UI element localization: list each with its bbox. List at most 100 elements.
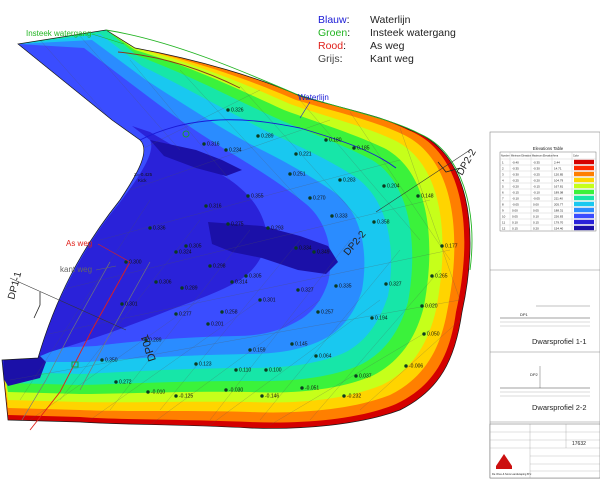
depth-point-value: -0.030 <box>229 388 243 394</box>
depth-point-marker <box>244 274 248 278</box>
depth-point-value: 0.300 <box>129 260 142 266</box>
elevation-table-cell: -0.20 <box>533 178 540 182</box>
depth-point-value: 0.324 <box>179 250 192 256</box>
depth-point-value: 0.180 <box>329 138 342 144</box>
depth-point-marker <box>146 390 150 394</box>
depth-point-value: 0.110 <box>239 368 251 374</box>
depth-point-marker <box>416 194 420 198</box>
elevation-table-header: Area <box>553 155 559 158</box>
legend-row-groen: Groen: Insteek watergang <box>318 27 456 40</box>
depth-point-value: 0.265 <box>435 274 448 280</box>
elevation-table-cell: -0.10 <box>533 190 540 194</box>
elevation-table-cell: -0.20 <box>512 184 519 188</box>
depth-point-marker <box>264 368 268 372</box>
depth-point-marker <box>224 388 228 392</box>
depth-point-marker <box>234 368 238 372</box>
elevation-table-cell: 0.20 <box>533 226 539 230</box>
depth-point-value: 0.283 <box>343 178 356 184</box>
depth-point-value: 0.159 <box>253 348 266 354</box>
depth-point-value: 0.100 <box>269 368 282 374</box>
elevation-table-cell: -0.25 <box>533 172 540 176</box>
elevation-table-cell: 189.08 <box>554 190 564 194</box>
depth-point-value: 0.194 <box>375 316 388 322</box>
depth-point-value: 0.289 <box>185 286 198 292</box>
depth-point-value: 0.327 <box>301 288 314 294</box>
elevation-table-cell: 179.70 <box>554 220 564 224</box>
depth-point-marker <box>202 142 206 146</box>
elevation-table-cell: -0.10 <box>512 196 519 200</box>
elevation-table-title: Elevations Table <box>533 146 564 151</box>
depth-point-marker <box>308 196 312 200</box>
elevation-color-swatch <box>574 177 594 183</box>
depth-point-marker <box>124 260 128 264</box>
elevation-table-cell: -0.05 <box>512 202 519 206</box>
depth-point-marker <box>324 138 328 142</box>
depth-point-value: 0.204 <box>387 184 400 190</box>
elevation-table-cell: 205.77 <box>554 202 564 206</box>
depth-point-marker <box>194 362 198 366</box>
depth-point-value: 0.316 <box>207 142 220 148</box>
depth-point-marker <box>226 222 230 226</box>
elevation-color-swatch <box>574 225 594 231</box>
elevation-color-swatch <box>574 171 594 177</box>
depth-point-marker <box>370 316 374 320</box>
elevation-table-cell: 120.85 <box>554 172 564 176</box>
legend-value: Kant weg <box>370 53 414 65</box>
depth-point-marker <box>120 302 124 306</box>
depth-point-marker <box>114 380 118 384</box>
legend-row-rood: Rood: As weg <box>318 40 456 53</box>
profile-2-title: Dwarsprofiel 2-2 <box>532 403 587 412</box>
elevation-table-header: Minimum Elevation <box>511 155 532 158</box>
title-block-company: De Vries & Sons Landscaping B.V. <box>492 472 532 476</box>
legend-key: Groen: <box>318 27 351 39</box>
depth-point-marker <box>296 288 300 292</box>
profile-2-tag: DP2 <box>530 372 539 377</box>
depth-point-marker <box>300 386 304 390</box>
depth-point-marker <box>174 312 178 316</box>
as-weg-label: As weg <box>66 239 92 248</box>
elevation-table-cell: -0.05 <box>533 196 540 200</box>
depth-point-marker <box>382 184 386 188</box>
depth-point-marker <box>404 364 408 368</box>
elevation-color-swatch <box>574 183 594 189</box>
depth-point-marker <box>266 226 270 230</box>
depth-point-value: 0.333 <box>335 214 348 220</box>
elevation-table-cell: 12 <box>502 226 506 230</box>
title-block-number: 17632 <box>572 441 586 447</box>
depth-point-value: 0.064 <box>319 354 332 360</box>
elevation-table-cell: 0.00 <box>512 208 518 212</box>
depth-point-value: 0.301 <box>125 302 138 308</box>
depth-point-value: 0.145 <box>295 342 308 348</box>
elevation-table-cell: 211.40 <box>554 196 563 200</box>
depth-point-value: 0.020 <box>425 304 438 310</box>
elevation-color-swatch <box>574 213 594 219</box>
elevation-color-swatch <box>574 207 594 213</box>
depth-point-marker <box>338 178 342 182</box>
elevation-table-cell: -0.30 <box>533 166 540 170</box>
depth-point-marker <box>154 280 158 284</box>
legend: Blauw: Waterlijn Groen: Insteek watergan… <box>318 14 456 66</box>
depth-point-value: -0.006 <box>409 364 423 370</box>
depth-point-marker <box>422 332 426 336</box>
depth-point-value: 0.148 <box>421 194 434 200</box>
depth-point-marker <box>258 298 262 302</box>
depth-point-value: 0.234 <box>229 148 242 154</box>
dp1-1-label: DP1-1 <box>6 270 24 301</box>
elevation-table-cell: -0.25 <box>512 178 519 182</box>
elevation-table-cell: 154.40 <box>554 226 564 230</box>
elevation-table-cell: -0.30 <box>512 172 519 176</box>
depth-point-value: 0.350 <box>105 358 118 364</box>
drawing-sheet: Elevations Table Number Minimum Elevation M… <box>489 131 600 479</box>
depth-point-value: 0.185 <box>357 146 370 152</box>
elevation-table-cell: 0.05 <box>533 208 539 212</box>
depth-point-marker <box>294 246 298 250</box>
elevation-table-cell: 0.15 <box>512 226 518 230</box>
legend-value: Insteek watergang <box>370 27 456 39</box>
depth-point-value: 0.257 <box>321 310 334 316</box>
depth-point-value: 0.316 <box>209 204 222 210</box>
elevation-table-cell: 2.44 <box>554 160 560 164</box>
elevation-table-cell: -0.35 <box>512 166 519 170</box>
depth-point-value: 0.293 <box>271 226 284 232</box>
depth-point-value: -0.146 <box>265 394 279 400</box>
elevation-color-swatch <box>574 159 594 165</box>
